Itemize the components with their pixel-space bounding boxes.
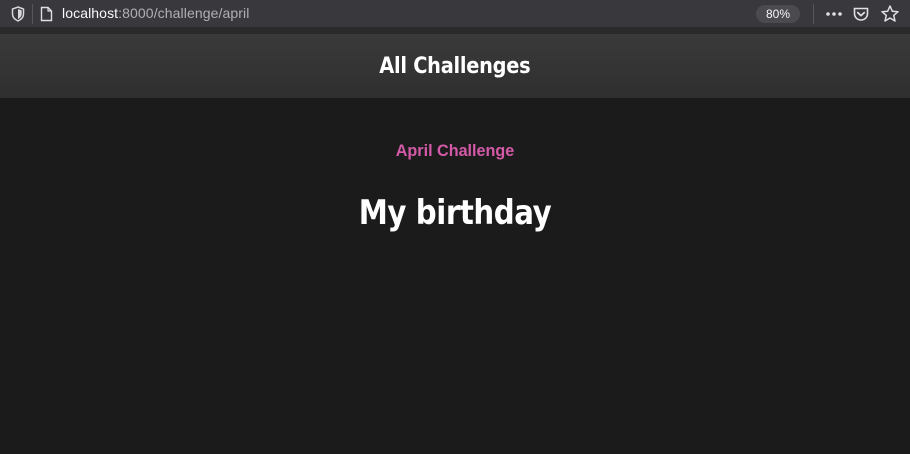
browser-toolbar: localhost:8000/challenge/april 80% bbox=[0, 0, 910, 28]
toolbar-divider bbox=[32, 4, 33, 24]
url-path: :8000/challenge/april bbox=[118, 5, 250, 21]
url-field[interactable]: localhost:8000/challenge/april bbox=[62, 5, 249, 21]
zoom-level-badge[interactable]: 80% bbox=[756, 5, 800, 23]
pocket-icon[interactable] bbox=[852, 5, 870, 23]
site-header: All Challenges bbox=[0, 34, 910, 98]
challenge-heading: My birthday bbox=[358, 193, 552, 233]
toolbar-divider bbox=[813, 4, 814, 24]
more-icon[interactable] bbox=[824, 6, 844, 22]
url-host: localhost bbox=[62, 5, 119, 21]
main-content: April Challenge My birthday bbox=[0, 98, 910, 454]
page-icon[interactable] bbox=[40, 6, 53, 22]
challenge-month-label: April Challenge bbox=[395, 141, 515, 160]
star-icon[interactable] bbox=[880, 4, 900, 24]
header-title-link[interactable]: All Challenges bbox=[379, 54, 530, 79]
shield-icon[interactable] bbox=[11, 6, 25, 22]
